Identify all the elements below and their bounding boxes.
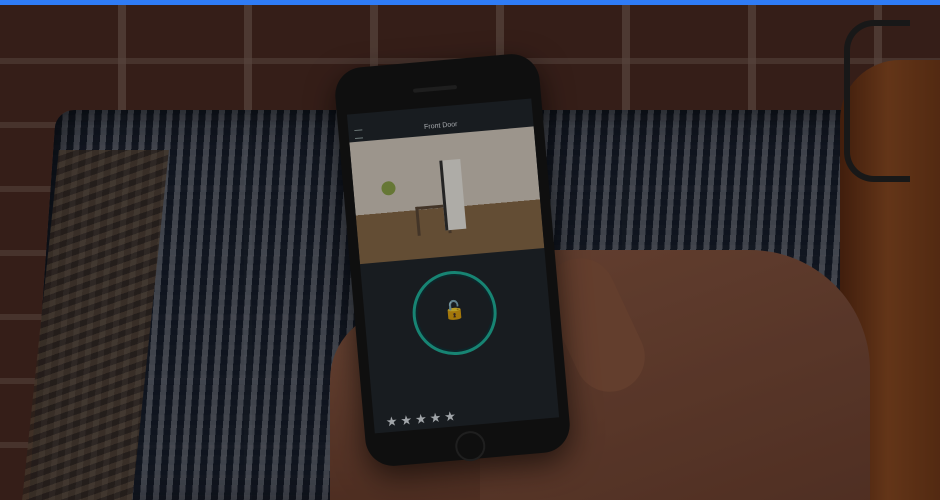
top-accent-bar bbox=[0, 0, 940, 5]
photo-scene: Front Door 🔓 ★★★★★ bbox=[0, 0, 940, 500]
dark-overlay bbox=[0, 0, 940, 500]
